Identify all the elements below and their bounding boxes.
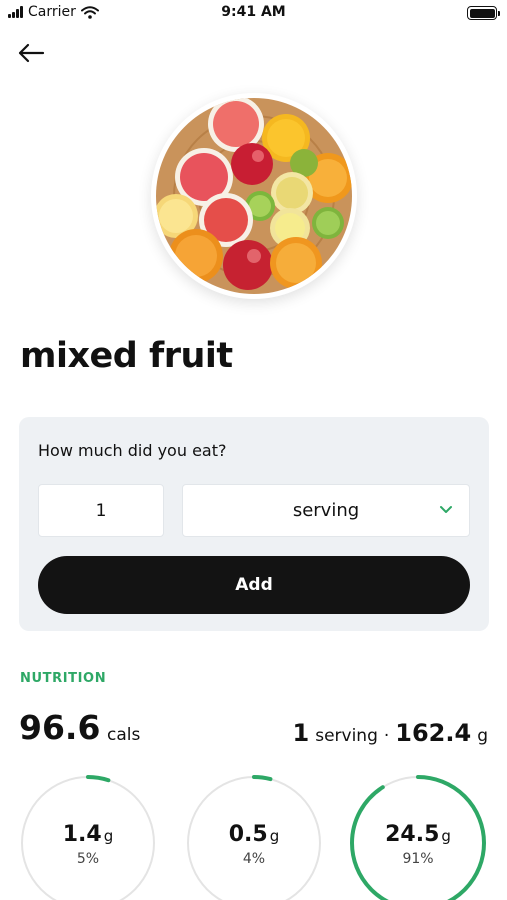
serving-weight: 162.4 [395, 719, 472, 747]
weight-unit: g [477, 726, 488, 746]
back-arrow-icon [18, 43, 45, 63]
mixed-fruit-icon [156, 98, 352, 294]
separator-dot: · [383, 726, 390, 746]
macro-percent: 4% [242, 851, 266, 867]
add-button[interactable]: Add [38, 556, 470, 614]
portion-question: How much did you eat? [38, 441, 227, 460]
macro-ring-3: 24.5 g 91% [350, 775, 486, 900]
macro-unit: g [269, 827, 280, 845]
serving-summary: 1 serving · 162.4 g [293, 719, 488, 747]
food-title: mixed fruit [20, 336, 233, 376]
macro-ring-2: 0.5 g 4% [186, 775, 322, 900]
calories-unit: cals [107, 725, 141, 745]
unit-dropdown[interactable]: serving [182, 484, 470, 537]
status-bar: Carrier 9:41 AM [0, 0, 507, 28]
quantity-input[interactable] [38, 484, 164, 537]
portion-card: How much did you eat? serving Add [19, 417, 489, 631]
clock: 9:41 AM [221, 4, 286, 20]
macro-percent: 91% [402, 851, 434, 867]
macro-amount: 24.5 [385, 822, 440, 847]
food-photo [151, 93, 357, 299]
unit-dropdown-value: serving [292, 500, 360, 521]
macro-amount: 1.4 [62, 822, 102, 847]
battery-icon [467, 6, 500, 20]
serving-unit: serving [315, 726, 378, 746]
macro-unit: g [441, 827, 451, 845]
macro-percent: 5% [76, 851, 100, 867]
macro-unit: g [103, 827, 114, 845]
macro-ring-1: 1.4 g 5% [20, 775, 156, 900]
serving-quantity: 1 [292, 719, 310, 747]
chevron-down-icon [440, 506, 452, 513]
back-button[interactable] [14, 36, 48, 70]
macro-amount: 0.5 [228, 822, 268, 847]
calories-value: 96.6 [19, 708, 101, 747]
nutrition-heading: NUTRITION [20, 671, 107, 686]
